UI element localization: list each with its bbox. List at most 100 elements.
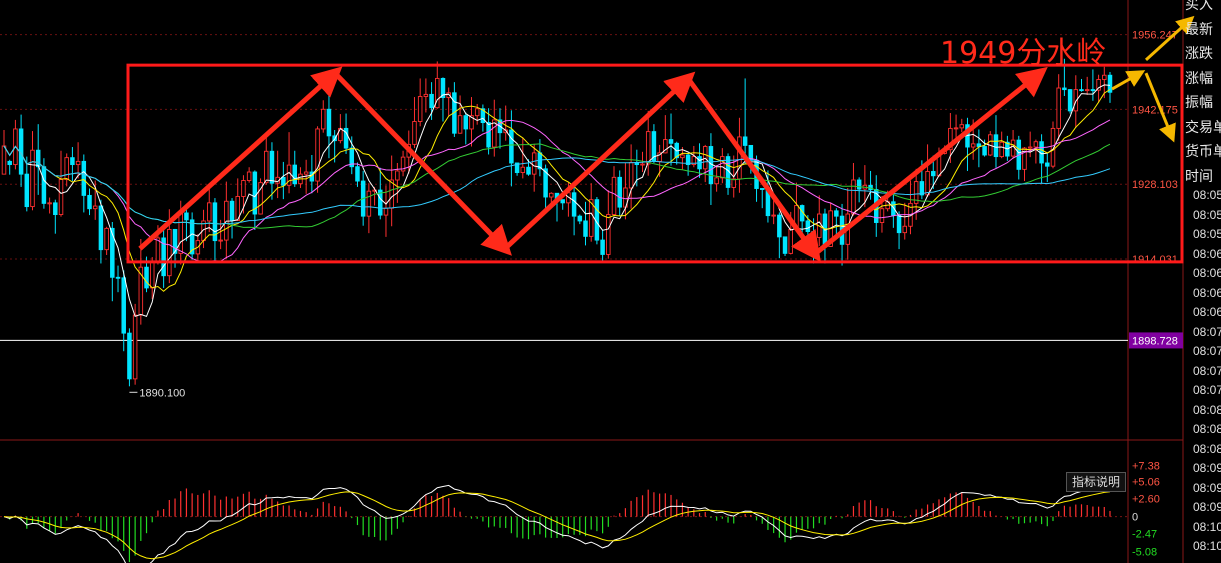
sidebar-time: 08:05 — [1193, 188, 1221, 202]
candle-body — [395, 170, 400, 181]
sidebar-label: 买入 — [1185, 0, 1213, 12]
sidebar-label: 涨跌 — [1185, 45, 1213, 61]
candle-body — [110, 227, 115, 278]
candle-body — [127, 332, 132, 380]
candle-body — [366, 190, 372, 217]
macd-tick-label: -5.08 — [1132, 547, 1157, 559]
candle-body — [959, 124, 965, 129]
candle-body — [714, 177, 719, 185]
candle-body — [30, 149, 35, 208]
candle-body — [64, 157, 69, 180]
candle-body — [771, 214, 776, 217]
sidebar-time: 08:06 — [1193, 266, 1221, 280]
candle-body — [531, 152, 537, 175]
candle-body — [811, 231, 816, 238]
candle-body — [149, 260, 155, 289]
candle-body — [115, 276, 121, 279]
sidebar-time: 08:08 — [1193, 402, 1221, 417]
candle-body — [303, 171, 309, 175]
candle-body — [549, 192, 554, 198]
candle-body — [104, 227, 109, 251]
candle-body — [98, 205, 104, 251]
candle-body — [931, 171, 936, 177]
candle-body — [292, 164, 298, 185]
quote-sidebar: 买入 最新 涨跌 涨幅 振幅 交易单 货币单 时间 08:05 08:05 08:05 08:06 0… — [1183, 0, 1221, 563]
candle-body — [834, 210, 839, 217]
candle-body — [999, 141, 1004, 158]
candle-body — [668, 139, 674, 144]
candle-body — [560, 199, 565, 204]
sidebar-label: 振幅 — [1185, 94, 1213, 110]
candle-body — [263, 150, 269, 184]
candle-body — [167, 228, 172, 277]
candle-body — [600, 239, 605, 255]
sidebar-label: 最新 — [1185, 20, 1213, 37]
candle-body — [378, 189, 383, 216]
candle-body — [645, 131, 651, 165]
candle-body — [87, 194, 92, 210]
candle-body — [269, 150, 275, 184]
sidebar-time: 08:07 — [1193, 383, 1221, 397]
candle-body — [526, 166, 531, 175]
candle-body — [628, 161, 634, 189]
candle-body — [1, 145, 7, 175]
candle-body — [777, 214, 782, 238]
kline-chart[interactable]: 1956.2471942.1751928.1031914.0311898.728… — [0, 0, 1221, 563]
candle-body — [611, 176, 617, 216]
candle-body — [896, 214, 902, 234]
candle-body — [474, 108, 480, 117]
sidebar-time: 08:09 — [1193, 461, 1221, 475]
candle-body — [606, 214, 611, 255]
sidebar-time: 08:10 — [1193, 539, 1221, 553]
candle-body — [206, 202, 212, 222]
candle-body — [856, 179, 862, 190]
candle-body — [326, 108, 332, 137]
macd-tick-label: +2.60 — [1132, 494, 1160, 506]
sidebar-time: 08:06 — [1193, 305, 1221, 319]
indicator-help-button[interactable]: 指标说明 — [1066, 472, 1126, 492]
candle-body — [571, 192, 577, 217]
candle-body — [189, 219, 195, 255]
candle-body — [75, 160, 81, 166]
candle-body — [953, 127, 959, 130]
candle-body — [463, 115, 469, 130]
candle-body — [53, 202, 58, 216]
sidebar-label: 货币单 — [1185, 143, 1221, 159]
candle-body — [321, 108, 326, 130]
candle-body — [925, 171, 930, 196]
candle-body — [993, 134, 999, 158]
candle-body — [457, 115, 463, 134]
candle-body — [383, 207, 389, 216]
candle-body — [81, 160, 87, 196]
candle-body — [412, 121, 417, 145]
candle-body — [24, 173, 30, 208]
macd-tick-label: +7.38 — [1132, 461, 1160, 473]
price-tick-label: 1928.103 — [1132, 179, 1178, 191]
macd-tick-label: 0 — [1132, 512, 1138, 524]
candle-body — [1079, 89, 1084, 92]
sidebar-time: 08:09 — [1193, 500, 1221, 514]
candle-body — [144, 266, 149, 289]
candle-body — [70, 157, 75, 166]
candle-body — [241, 180, 246, 197]
candle-body — [1033, 141, 1039, 148]
candle-body — [788, 228, 793, 254]
candle-body — [982, 146, 987, 156]
price-tick-label: 1914.031 — [1132, 254, 1178, 266]
candle-body — [92, 205, 98, 210]
candle-body — [218, 239, 223, 242]
candle-body — [281, 176, 286, 186]
candle-body — [970, 143, 976, 148]
sidebar-label: 交易单 — [1185, 118, 1221, 135]
candle-body — [132, 314, 138, 380]
candle-body — [1067, 89, 1073, 112]
candle-body — [759, 188, 765, 190]
candle-body — [640, 163, 645, 166]
candle-body — [902, 225, 908, 234]
candle-body — [782, 236, 788, 254]
candle-body — [486, 122, 491, 148]
candle-body — [805, 220, 811, 233]
sidebar-time: 08:08 — [1193, 422, 1221, 436]
sidebar-label: 时间 — [1185, 167, 1213, 184]
candle-body — [742, 136, 748, 146]
